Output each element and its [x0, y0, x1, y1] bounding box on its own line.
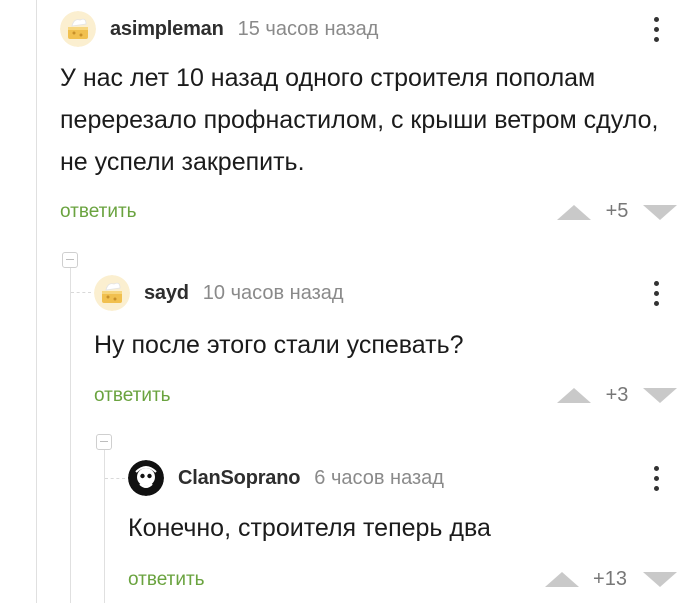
- reply-button[interactable]: ответить: [60, 201, 137, 223]
- rating-count: +3: [605, 384, 629, 406]
- avatar[interactable]: [60, 11, 96, 47]
- upvote-arrow-icon[interactable]: [557, 388, 591, 403]
- collapse-branch-icon[interactable]: [96, 434, 112, 450]
- avatar[interactable]: [94, 275, 130, 311]
- downvote-arrow-icon[interactable]: [643, 388, 677, 403]
- comment-header: asimpleman 15 часов назад: [60, 9, 378, 49]
- downvote-arrow-icon[interactable]: [643, 205, 677, 220]
- comment-text: Ну после этого стали успевать?: [94, 331, 464, 359]
- comment-text: У нас лет 10 назад одного строителя попо…: [60, 64, 659, 176]
- comment-text: Конечно, строителя теперь два: [128, 514, 491, 542]
- timestamp[interactable]: 6 часов назад: [314, 467, 444, 490]
- rating-count: +13: [593, 568, 627, 590]
- comment-header: ClanSoprano 6 часов назад: [128, 458, 444, 498]
- thread-connector: [105, 478, 125, 480]
- username[interactable]: ClanSoprano: [178, 467, 300, 490]
- thread-connector: [71, 292, 91, 294]
- username[interactable]: sayd: [144, 282, 189, 305]
- reply-button[interactable]: ответить: [128, 569, 205, 591]
- thread-branch-line: [70, 268, 71, 603]
- timestamp[interactable]: 15 часов назад: [238, 18, 379, 41]
- timestamp[interactable]: 10 часов назад: [203, 282, 344, 305]
- username[interactable]: asimpleman: [110, 18, 224, 41]
- comment-header: sayd 10 часов назад: [94, 273, 344, 313]
- rating-count: +5: [605, 200, 629, 222]
- thread-branch-line: [104, 450, 105, 603]
- avatar[interactable]: [128, 460, 164, 496]
- upvote-arrow-icon[interactable]: [545, 572, 579, 587]
- vertical-dots-icon[interactable]: [644, 9, 668, 49]
- collapse-branch-icon[interactable]: [62, 252, 78, 268]
- thread-branch-line: [36, 0, 37, 603]
- downvote-arrow-icon[interactable]: [643, 572, 677, 587]
- vertical-dots-icon[interactable]: [644, 273, 668, 313]
- reply-button[interactable]: ответить: [94, 385, 171, 407]
- vertical-dots-icon[interactable]: [644, 458, 668, 498]
- upvote-arrow-icon[interactable]: [557, 205, 591, 220]
